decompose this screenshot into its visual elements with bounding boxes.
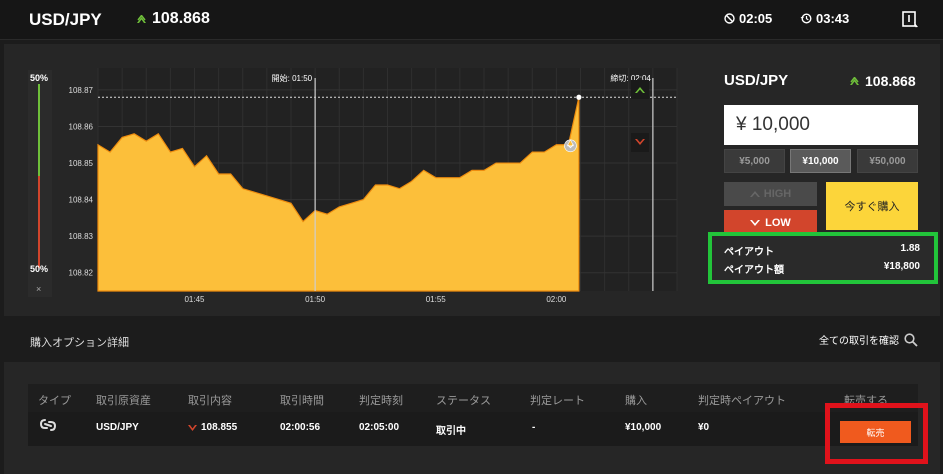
amount-input[interactable] — [724, 105, 918, 145]
up-arrow-icon — [749, 191, 760, 197]
high-button[interactable]: HIGH — [724, 182, 817, 206]
x-tick-label: 01:50 — [305, 295, 326, 304]
expiry-timer-value: 02:05 — [739, 11, 773, 26]
gauge-low-bar — [38, 176, 40, 268]
countdown-timer-value: 03:43 — [816, 11, 850, 26]
search-icon — [904, 332, 918, 347]
low-button-label: LOW — [765, 216, 791, 229]
history-clock-icon — [800, 13, 812, 24]
payout-amount-label: ペイアウト額 — [724, 265, 784, 276]
sentiment-gauge: 50% 50% × — [28, 70, 52, 297]
low-indicator[interactable] — [631, 133, 649, 152]
current-price-dot — [576, 94, 582, 100]
resell-button[interactable]: 転売 — [840, 421, 911, 443]
expiry-timer: 02:05 — [724, 11, 772, 26]
row-trade-time: 02:00:56 — [280, 422, 321, 433]
table-header: タイプ 取引原資産 取引内容 取引時間 判定時刻 ステータス 判定レート 購入 … — [28, 384, 918, 412]
y-tick-label: 108.82 — [69, 269, 94, 278]
preset-5000-button[interactable]: ¥5,000 — [724, 149, 785, 173]
header-pair: USD/JPY — [29, 10, 102, 29]
high-indicator[interactable] — [631, 80, 649, 99]
preset-50000-button[interactable]: ¥50,000 — [857, 149, 918, 173]
row-asset: USD/JPY — [96, 422, 139, 433]
payout-value: 1.88 — [900, 243, 920, 254]
buy-now-button[interactable]: 今すぐ購入 — [826, 182, 918, 230]
payout-amount-row: ペイアウト額 ¥18,800 — [724, 261, 920, 276]
y-tick-label: 108.83 — [69, 232, 94, 241]
table-row: USD/JPY 108.855 02:00:56 02:05:00 取引中 - … — [28, 412, 918, 446]
gauge-top-label: 50% — [30, 73, 49, 83]
view-all-trades-link[interactable]: 全ての取引を確認 — [819, 332, 918, 347]
payout-row: ペイアウト 1.88 — [724, 243, 920, 258]
details-header: 購入オプション詳細 全ての取引を確認 — [4, 322, 940, 358]
gauge-bottom-label: 50% — [30, 264, 49, 274]
gauge-close-icon[interactable]: × — [36, 284, 41, 294]
trades-table: タイプ 取引原資産 取引内容 取引時間 判定時刻 ステータス 判定レート 購入 … — [4, 362, 940, 474]
window-pin-icon[interactable] — [902, 10, 920, 30]
x-tick-label: 02:00 — [546, 295, 567, 304]
panel-price: 108.868 — [850, 73, 916, 89]
down-arrow-icon — [750, 219, 761, 226]
no-entry-icon — [724, 13, 735, 24]
up-arrow-icon — [137, 15, 146, 23]
header-price-value: 108.868 — [152, 10, 210, 27]
x-tick-label: 01:45 — [184, 295, 205, 304]
up-arrow-icon — [850, 77, 859, 85]
down-arrow-icon — [188, 424, 197, 431]
col-type: タイプ — [38, 395, 71, 407]
payout-label: ペイアウト — [724, 247, 774, 258]
row-content: 108.855 — [188, 422, 237, 433]
y-tick-label: 108.85 — [69, 159, 94, 168]
row-judge-rate: - — [532, 422, 536, 433]
y-tick-label: 108.87 — [69, 86, 94, 95]
x-tick-label: 01:55 — [426, 295, 447, 304]
countdown-timer: 03:43 — [800, 11, 849, 26]
price-chart: 開始: 01:50 締切: 02:04 108.87108.86108.8510… — [69, 68, 678, 304]
row-status: 取引中 — [436, 426, 466, 437]
col-status: ステータス — [436, 395, 491, 407]
details-title: 購入オプション詳細 — [30, 337, 129, 349]
payout-amount-value: ¥18,800 — [883, 261, 920, 272]
col-asset: 取引原資産 — [96, 395, 151, 407]
col-judge-time: 判定時刻 — [359, 395, 403, 407]
col-trade-time: 取引時間 — [280, 395, 324, 407]
col-payout: 判定時ペイアウト — [698, 395, 786, 407]
top-bar: USD/JPY 108.868 02:05 03:43 — [0, 0, 943, 40]
y-tick-label: 108.84 — [69, 196, 94, 205]
view-all-label: 全ての取引を確認 — [819, 336, 899, 347]
col-content: 取引内容 — [188, 395, 232, 407]
row-judge-time: 02:05:00 — [359, 422, 400, 433]
row-purchase: ¥10,000 — [625, 422, 662, 433]
panel-pair: USD/JPY — [724, 72, 789, 89]
gauge-high-bar — [38, 84, 40, 176]
header-price: 108.868 — [137, 10, 210, 28]
y-tick-label: 108.86 — [69, 122, 94, 131]
panel-price-value: 108.868 — [865, 73, 916, 89]
row-content-value: 108.855 — [201, 422, 238, 433]
high-button-label: HIGH — [763, 188, 792, 200]
preset-10000-button[interactable]: ¥10,000 — [790, 149, 851, 173]
col-judge-rate: 判定レート — [530, 395, 585, 407]
start-time-label: 開始: 01:50 — [272, 73, 313, 83]
payout-summary: ペイアウト 1.88 ペイアウト額 ¥18,800 — [708, 232, 938, 284]
col-purchase: 購入 — [625, 395, 647, 407]
row-payout: ¥0 — [698, 422, 710, 433]
chain-link-icon — [38, 417, 58, 433]
